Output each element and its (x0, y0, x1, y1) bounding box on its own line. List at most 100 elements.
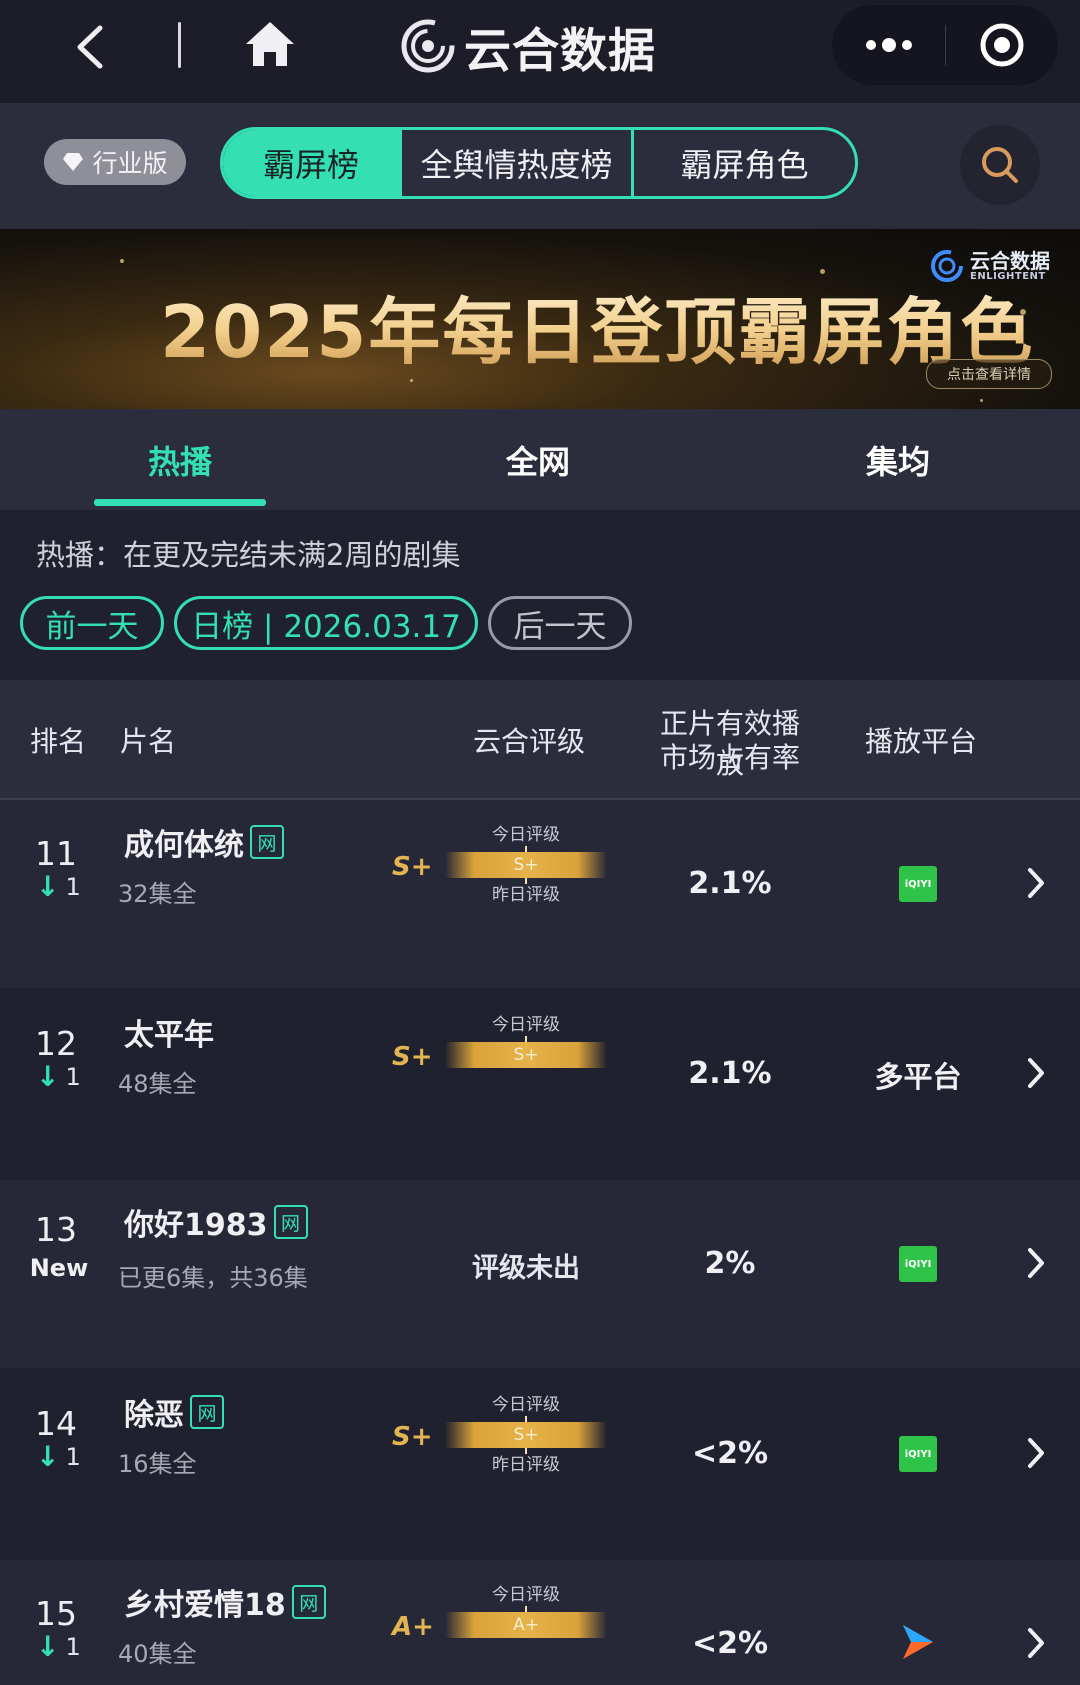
today-grade-label: 今日评级 (492, 1585, 560, 1605)
drama-title: 乡村爱情18 (124, 1588, 286, 1623)
market-share: <2% (691, 1436, 769, 1471)
chevron-right-icon[interactable] (1026, 1436, 1046, 1470)
enlight-logo-icon (931, 250, 963, 282)
header-title: 片名 (120, 725, 177, 758)
rank-change: ↓ 1 (36, 1060, 81, 1093)
app-brand: 云合数据 (400, 14, 656, 79)
down-arrow-icon: ↓ (36, 1060, 60, 1093)
chevron-right-icon[interactable] (1026, 866, 1046, 900)
grade-unrated: 评级未出 (472, 1253, 580, 1284)
chevron-right-icon[interactable] (1026, 1056, 1046, 1090)
target-circle-icon (980, 23, 1024, 67)
tab-dominance-roles[interactable]: 霸屏角色 (631, 130, 855, 196)
scope-tabs: 热播 全网 集均 (0, 409, 1080, 510)
new-entry-label: New (29, 1254, 89, 1282)
home-icon[interactable] (242, 18, 298, 70)
grade-value: S+ (392, 1042, 433, 1072)
row-title: 乡村爱情18 网 (124, 1580, 326, 1624)
search-icon (982, 147, 1018, 183)
web-drama-tag: 网 (250, 825, 284, 859)
episode-info: 32集全 (118, 880, 197, 908)
banner-title: 2025年每日登顶霸屏角色 (160, 273, 1034, 378)
yesterday-grade-label: 昨日评级 (492, 1455, 560, 1475)
promo-banner[interactable]: 2025年每日登顶霸屏角色 云合数据 ENLIGHTENT 点击查看详情 (0, 229, 1080, 409)
market-share: <2% (691, 1626, 769, 1661)
tab-hot-airing[interactable]: 热播 (94, 409, 266, 510)
table-row[interactable]: 12 ↓ 1 太平年 48集全 S+ 今日评级 S+ 2.1% 多平台 (0, 990, 1080, 1178)
today-grade-label: 今日评级 (492, 825, 560, 845)
back-arrow-icon[interactable] (70, 22, 110, 72)
drama-title: 太平年 (124, 1018, 214, 1053)
tab-per-episode[interactable]: 集均 (812, 409, 984, 510)
industry-edition-label: 行业版 (92, 149, 168, 178)
drama-title: 除恶 (124, 1398, 184, 1433)
nav-divider (178, 22, 181, 68)
grade-value: S+ (392, 1422, 433, 1452)
grade-bar: 今日评级 S+ 昨日评级 (445, 824, 607, 906)
table-row[interactable]: 11 ↓ 1 成何体统网 32集全 S+ 今日评级 S+ 昨日评级 2.1% iQ… (0, 800, 1080, 988)
chevron-right-icon[interactable] (1026, 1246, 1046, 1280)
close-mini-program-button[interactable] (946, 5, 1058, 85)
row-rank: 11 (35, 834, 77, 873)
grade-value: A+ (392, 1612, 434, 1642)
industry-edition-badge[interactable]: 行业版 (44, 139, 186, 185)
market-share: 2.1% (688, 866, 772, 901)
today-grade-label: 今日评级 (492, 1015, 560, 1035)
table-header: 排名 片名 云合评级 正片有效播放 市场占有率 播放平台 (0, 680, 1080, 798)
grade-bar: 今日评级 S+ (445, 1014, 607, 1068)
platform: iQIYI (858, 866, 978, 902)
table-row[interactable]: 15 ↓ 1 乡村爱情18 网 40集全 A+ 今日评级 A+ <2% (0, 1560, 1080, 1685)
grade-bar-value: A+ (445, 1612, 607, 1638)
sparkle-decoration (980, 399, 983, 402)
youku-icon (903, 1625, 933, 1659)
episode-info: 16集全 (118, 1450, 197, 1478)
episode-info: 已更6集，共36集 (118, 1264, 308, 1292)
iqiyi-icon: iQIYI (899, 1436, 937, 1472)
grade-bar-value: S+ (445, 1422, 607, 1448)
banner-logo-cn: 云合数据 (970, 248, 1050, 273)
platform: iQIYI (858, 1246, 978, 1282)
chevron-right-icon[interactable] (1026, 1626, 1046, 1660)
web-drama-tag: 网 (291, 1585, 326, 1619)
market-share: 2.1% (688, 1056, 772, 1091)
active-tab-underline (94, 499, 266, 506)
header-grade: 云合评级 (473, 725, 586, 758)
platform: 多平台 (858, 1054, 978, 1096)
down-arrow-icon: ↓ (36, 1630, 60, 1663)
table-row[interactable]: 13 New 你好1983 网 已更6集，共36集 评级未出 2% iQIYI (0, 1180, 1080, 1368)
header-platform: 播放平台 (865, 725, 978, 758)
row-title: 你好1983 网 (124, 1200, 308, 1244)
rank-change: ↓ 1 (36, 1440, 81, 1473)
down-arrow-icon: ↓ (36, 1440, 60, 1473)
view-details-button[interactable]: 点击查看详情 (926, 359, 1052, 389)
banner-logo-en: ENLIGHTENT (970, 270, 1046, 282)
top-nav-bar: 云合数据 (0, 0, 1080, 103)
grade-bar: 今日评级 A+ (445, 1584, 607, 1638)
grade-bar-value: S+ (445, 852, 607, 878)
previous-day-button[interactable]: 前一天 (20, 596, 164, 650)
app-logo-icon (401, 19, 455, 73)
tab-all-network[interactable]: 全网 (452, 409, 624, 510)
tab-public-opinion-list[interactable]: 全舆情热度榜 (399, 130, 631, 196)
mini-program-capsule (832, 5, 1058, 85)
row-title: 除恶网 (124, 1390, 224, 1434)
grade-bar: 今日评级 S+ 昨日评级 (445, 1394, 607, 1476)
episode-info: 40集全 (118, 1640, 197, 1668)
rank-change: ↓ 1 (36, 1630, 81, 1663)
multi-platform-label: 多平台 (874, 1060, 962, 1094)
ranking-tabs: 霸屏榜 全舆情热度榜 霸屏角色 (220, 127, 858, 199)
grade-bar-value: S+ (445, 1042, 607, 1068)
next-day-button[interactable]: 后一天 (488, 596, 632, 650)
rank-change-value: 1 (65, 1062, 81, 1091)
row-rank: 13 (35, 1210, 77, 1249)
more-button[interactable] (832, 5, 945, 85)
search-button[interactable] (960, 125, 1040, 205)
table-row[interactable]: 14 ↓ 1 除恶网 16集全 S+ 今日评级 S+ 昨日评级 <2% iQIYI (0, 1370, 1080, 1558)
sparkle-decoration (410, 379, 413, 382)
app-title: 云合数据 (464, 23, 656, 79)
current-date-selector[interactable]: 日榜 | 2026.03.17 (174, 596, 478, 650)
rank-change-value: 1 (65, 872, 81, 901)
tab-dominance-list[interactable]: 霸屏榜 (223, 130, 399, 196)
more-dots-icon (865, 38, 912, 52)
diamond-icon (63, 153, 84, 171)
